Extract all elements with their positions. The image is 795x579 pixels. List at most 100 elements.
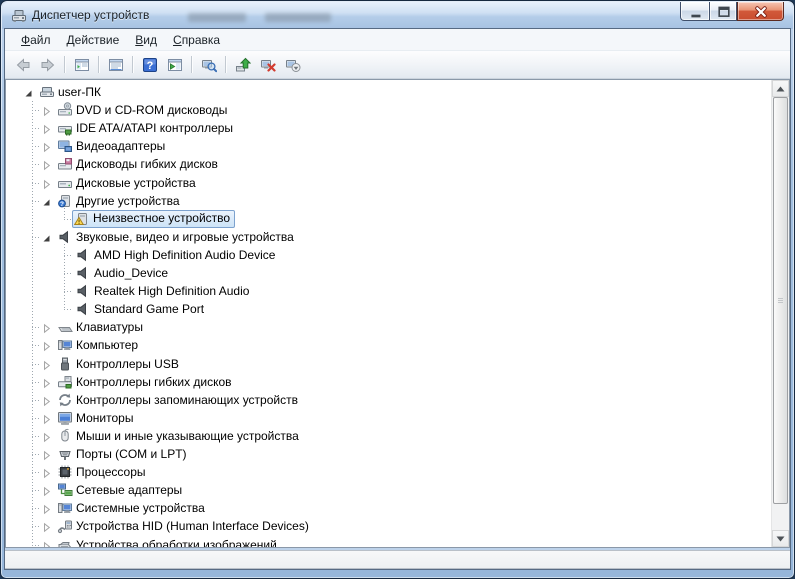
expander-collapsed-icon[interactable] <box>41 539 52 547</box>
expander-collapsed-icon[interactable] <box>41 104 52 117</box>
tree-item-label: AMD High Definition Audio Device <box>94 247 276 262</box>
tree-guide-line <box>32 327 41 329</box>
tree-item-label: Дисководы гибких дисков <box>76 157 218 172</box>
tree-item[interactable]: Дисковые устройства <box>6 174 771 192</box>
tree-item-label: Клавиатуры <box>76 320 143 335</box>
tree-item-label: Контроллеры USB <box>76 356 179 371</box>
tree-guide-line <box>32 490 41 492</box>
scrollbar-vertical[interactable] <box>771 80 789 547</box>
tree-guide-line <box>32 363 41 365</box>
close-button[interactable] <box>737 2 784 21</box>
tree-item[interactable]: Мониторы <box>6 409 771 427</box>
toolbar-separator <box>191 56 192 73</box>
tree-item[interactable]: Контроллеры гибких дисков <box>6 373 771 391</box>
expander-collapsed-icon[interactable] <box>41 376 52 388</box>
minimize-button[interactable] <box>680 2 709 21</box>
window-controls <box>680 2 784 21</box>
tree-item[interactable]: Устройства обработки изображений <box>6 536 771 547</box>
expander-collapsed-icon[interactable] <box>41 520 52 533</box>
tree-item[interactable]: Порты (COM и LPT) <box>6 445 771 463</box>
tree-item[interactable]: IDE ATA/ATAPI контроллеры <box>6 119 771 137</box>
tree-item[interactable]: Неизвестное устройство <box>6 209 771 228</box>
expander-collapsed-icon[interactable] <box>41 394 52 406</box>
expander-collapsed-icon[interactable] <box>41 158 52 171</box>
tree-item-label: Процессоры <box>76 465 146 480</box>
menu-item-view[interactable]: Вид <box>127 31 165 49</box>
tree-item[interactable]: Системные устройства <box>6 499 771 517</box>
tree-guide-line <box>32 508 41 510</box>
tree-item-label: Контроллеры гибких дисков <box>76 374 232 389</box>
tree-item[interactable]: Сетевые адаптеры <box>6 481 771 499</box>
tree-item[interactable]: Клавиатуры <box>6 318 771 336</box>
expander-collapsed-icon[interactable] <box>41 466 52 479</box>
disk-drive-icon <box>57 175 73 191</box>
scrollbar-thumb[interactable] <box>773 97 788 504</box>
device-manager-icon <box>11 8 27 24</box>
floppy-controller-icon <box>57 374 73 390</box>
tree-item[interactable]: Звуковые, видео и игровые устройства <box>6 228 771 246</box>
menu-item-file[interactable]: Файл <box>13 31 59 49</box>
tree-item[interactable]: Контроллеры запоминающих устройств <box>6 391 771 409</box>
expander-collapsed-icon[interactable] <box>41 122 52 135</box>
toolbar-button-export-list[interactable] <box>103 53 128 76</box>
unknown-category-icon: ? <box>57 193 73 209</box>
toolbar-separator <box>98 56 99 73</box>
scan-icon <box>201 57 217 73</box>
menu-item-action[interactable]: Действие <box>59 31 128 49</box>
title-bar[interactable]: Диспетчер устройств <box>2 2 793 29</box>
tree-item-label: Неизвестное устройство <box>93 211 231 226</box>
tree-guide-line <box>32 110 41 112</box>
toolbar-button-uninstall-device[interactable] <box>255 53 280 76</box>
tree-item[interactable]: DVD и CD-ROM дисководы <box>6 101 771 119</box>
expander-collapsed-icon[interactable] <box>41 358 52 370</box>
tree-item[interactable]: Видеоадаптеры <box>6 137 771 155</box>
toolbar-button-scan-hardware-changes[interactable] <box>196 53 221 76</box>
tree-item[interactable]: Дисководы гибких дисков <box>6 155 771 173</box>
toolbar-button-show-console-tree[interactable] <box>69 53 94 76</box>
tree-item[interactable]: Realtek High Definition Audio <box>6 282 771 300</box>
tree-item[interactable]: Устройства HID (Human Interface Devices) <box>6 517 771 535</box>
scroll-down-button[interactable] <box>772 530 789 547</box>
network-adapter-icon <box>57 482 73 498</box>
tree-guide-line <box>32 454 41 455</box>
scroll-up-button[interactable] <box>772 80 789 97</box>
hid-device-icon <box>57 518 73 534</box>
expander-collapsed-icon[interactable] <box>41 484 52 497</box>
display-adapter-icon <box>57 138 73 154</box>
toolbar-button-disable-device[interactable] <box>280 53 305 76</box>
expander-expanded-icon[interactable] <box>41 195 52 206</box>
tree-item-label: Standard Game Port <box>94 302 205 317</box>
tree-item[interactable]: Процессоры <box>6 463 771 481</box>
computer-device-icon <box>57 337 73 353</box>
toolbar-button-help[interactable]: ? <box>137 53 162 76</box>
expander-collapsed-icon[interactable] <box>41 177 52 189</box>
expander-collapsed-icon[interactable] <box>41 140 52 153</box>
tree-item[interactable]: AMD High Definition Audio Device <box>6 246 771 264</box>
expander-expanded-icon[interactable] <box>23 86 34 97</box>
toolbar-button-forward[interactable] <box>35 53 60 76</box>
expander-collapsed-icon[interactable] <box>41 321 52 334</box>
maximize-button[interactable] <box>709 2 737 21</box>
expander-collapsed-icon[interactable] <box>41 339 52 352</box>
expander-collapsed-icon[interactable] <box>41 412 52 425</box>
menu-item-help[interactable]: Справка <box>165 31 228 49</box>
tree-item[interactable]: Audio_Device <box>6 264 771 282</box>
dvd-drive-icon <box>57 102 73 118</box>
tree-item-label: Устройства HID (Human Interface Devices) <box>76 519 309 534</box>
tree-guide-line <box>32 146 41 148</box>
expander-collapsed-icon[interactable] <box>41 502 52 515</box>
tree-item[interactable]: ? Другие устройства <box>6 192 771 210</box>
expander-collapsed-icon[interactable] <box>41 430 52 443</box>
tree-item[interactable]: Standard Game Port <box>6 300 771 318</box>
tree-item[interactable]: Мыши и иные указывающие устройства <box>6 427 771 445</box>
toolbar-button-show-action-pane[interactable] <box>162 53 187 76</box>
tree-item-label: Порты (COM и LPT) <box>76 447 187 461</box>
speaker-icon <box>75 247 91 263</box>
toolbar-button-back[interactable] <box>10 53 35 76</box>
expander-expanded-icon[interactable] <box>41 231 52 242</box>
tree-item[interactable]: Компьютер <box>6 336 771 354</box>
tree-item[interactable]: Контроллеры USB <box>6 355 771 373</box>
expander-collapsed-icon[interactable] <box>41 448 52 461</box>
toolbar-button-update-driver[interactable] <box>230 53 255 76</box>
tree-item[interactable]: user-ПК <box>6 83 771 101</box>
